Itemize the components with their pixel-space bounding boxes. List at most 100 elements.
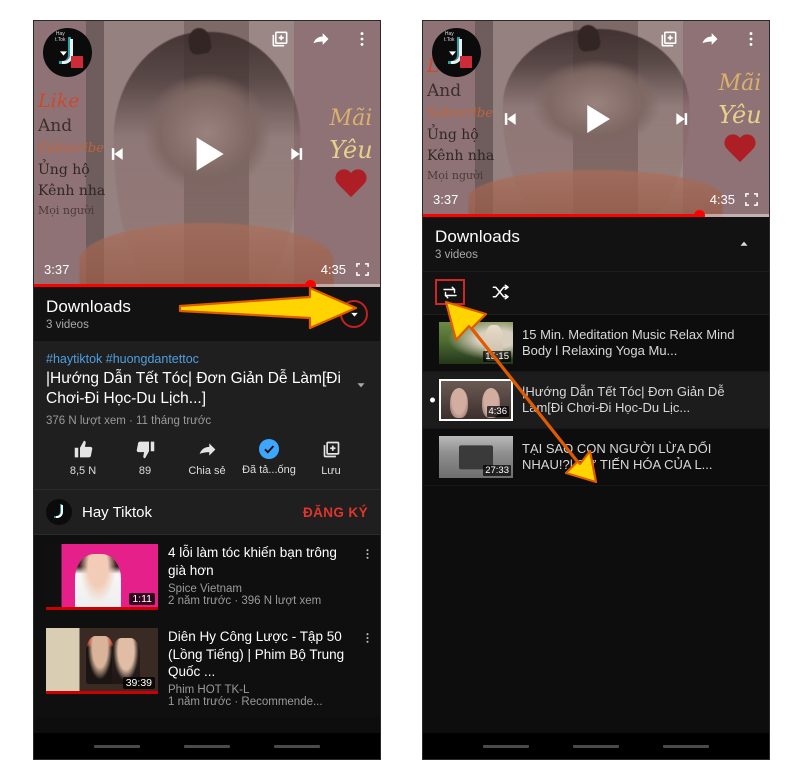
channel-avatar-small[interactable] bbox=[46, 499, 72, 526]
video-meta: 376 N lượt xem · 11 tháng trước bbox=[46, 415, 212, 428]
like-count: 8,5 N bbox=[69, 465, 97, 478]
save-label: Lưu bbox=[321, 465, 341, 478]
channel-name[interactable]: Hay Tiktok bbox=[82, 504, 152, 521]
more-vertical-icon[interactable] bbox=[360, 630, 374, 646]
play-icon[interactable] bbox=[182, 129, 232, 179]
share-action[interactable]: Chia sẻ bbox=[176, 439, 238, 477]
downloaded-action[interactable]: Đã tả...ống bbox=[238, 439, 300, 476]
add-to-queue-icon[interactable] bbox=[270, 29, 290, 49]
playlist-thumbnail[interactable]: 4:36 bbox=[439, 379, 513, 421]
share-icon[interactable] bbox=[311, 29, 331, 49]
share-label: Chia sẻ bbox=[188, 465, 226, 478]
next-icon[interactable] bbox=[288, 144, 308, 164]
video-player[interactable]: Like And Subscribe Ủng hộ Kênh nha Mọi n… bbox=[423, 21, 769, 217]
video-duration: 15:15 bbox=[483, 351, 511, 362]
like-action[interactable]: 8,5 N bbox=[52, 439, 114, 477]
subscribe-button[interactable]: ĐĂNG KÝ bbox=[303, 505, 368, 520]
video-info: Diên Hy Công Lược - Tập 50 (Lồng Tiếng) … bbox=[168, 628, 370, 708]
nav-back-indicator[interactable] bbox=[483, 744, 529, 748]
thumbs-down-icon bbox=[135, 439, 156, 460]
list-item[interactable]: 4:36 |Hướng Dẫn Tết Tóc| Đơn Giản Dễ Làm… bbox=[423, 372, 769, 429]
player-top-icon-row bbox=[659, 29, 761, 49]
nav-recents-indicator[interactable] bbox=[274, 744, 320, 748]
video-duration: 4:36 bbox=[486, 406, 509, 417]
video-player[interactable]: Like And Subscribe Ủng hộ Kênh nha Mọi n… bbox=[34, 21, 380, 287]
expand-description-chevron-down-icon[interactable] bbox=[354, 378, 368, 392]
channel-row[interactable]: Hay Tiktok ĐĂNG KÝ bbox=[34, 489, 380, 536]
nav-home-indicator[interactable] bbox=[184, 744, 230, 748]
right-phone-screenshot: Like And Subscribe Ủng hộ Kênh nha Mọi n… bbox=[422, 20, 770, 760]
previous-icon[interactable] bbox=[499, 109, 519, 129]
video-info: 4 lỗi làm tóc khiến bạn trông già hơn Sp… bbox=[168, 544, 370, 610]
downloaded-check-icon bbox=[259, 439, 279, 460]
more-vertical-icon[interactable] bbox=[741, 29, 761, 49]
video-channel: Spice Vietnam bbox=[168, 582, 242, 595]
add-to-queue-icon[interactable] bbox=[659, 29, 679, 49]
shuffle-button[interactable] bbox=[487, 281, 513, 303]
save-action[interactable]: Lưu bbox=[300, 439, 362, 477]
thumbs-up-icon bbox=[73, 439, 94, 460]
android-navigation-bar bbox=[34, 733, 380, 759]
playlist-subtitle: 3 videos bbox=[46, 319, 89, 331]
list-item[interactable]: 39:39 Diên Hy Công Lược - Tập 50 (Lồng T… bbox=[34, 619, 380, 717]
playlist-item-title: |Hướng Dẫn Tết Tóc| Đơn Giản Dễ Làm[Đi C… bbox=[522, 383, 725, 415]
more-vertical-icon[interactable] bbox=[352, 29, 372, 49]
video-thumbnail[interactable]: 1:11 bbox=[46, 544, 158, 611]
progress-knob[interactable] bbox=[305, 280, 317, 287]
video-hashtags[interactable]: #haytiktok #huongdantettoc bbox=[46, 352, 368, 366]
nav-back-indicator[interactable] bbox=[94, 744, 140, 748]
collapse-player-chevron-down-icon[interactable] bbox=[444, 45, 461, 62]
playlist-thumbnail[interactable]: 27:33 bbox=[439, 436, 513, 478]
next-icon[interactable] bbox=[673, 109, 693, 129]
video-title: |Hướng Dẫn Tết Tóc| Đơn Giản Dễ Làm[Đi C… bbox=[46, 370, 341, 408]
collapse-player-chevron-down-icon[interactable] bbox=[55, 45, 72, 62]
progress-bar[interactable] bbox=[423, 210, 769, 217]
playlist-items: 15:15 15 Min. Meditation Music Relax Min… bbox=[423, 315, 769, 486]
dislike-action[interactable]: 89 bbox=[114, 439, 176, 477]
nav-recents-indicator[interactable] bbox=[663, 744, 709, 748]
current-time: 3:37 bbox=[44, 262, 70, 277]
progress-bar[interactable] bbox=[34, 280, 380, 287]
downloaded-label: Đã tả...ống bbox=[242, 464, 296, 477]
save-to-playlist-icon bbox=[321, 439, 342, 460]
duration-time: 4:35 bbox=[709, 192, 735, 207]
player-time-row: 3:37 4:35 bbox=[423, 192, 769, 207]
player-transport-controls bbox=[423, 98, 769, 140]
list-item[interactable]: 1:11 4 lỗi làm tóc khiến bạn trông già h… bbox=[34, 535, 380, 619]
progress-knob[interactable] bbox=[694, 210, 706, 217]
progress-played bbox=[423, 214, 700, 217]
player-top-icon-row bbox=[270, 29, 372, 49]
loop-button[interactable] bbox=[435, 279, 465, 305]
share-icon bbox=[197, 439, 218, 460]
tiktok-note-red bbox=[71, 56, 83, 68]
fullscreen-icon[interactable] bbox=[355, 262, 370, 277]
share-icon[interactable] bbox=[700, 29, 720, 49]
video-thumbnail[interactable]: 39:39 bbox=[46, 628, 158, 695]
suggested-video-list: 1:11 4 lỗi làm tóc khiến bạn trông già h… bbox=[34, 535, 380, 718]
play-icon[interactable] bbox=[575, 98, 617, 140]
tiktok-note-icon bbox=[56, 505, 63, 519]
player-transport-controls bbox=[34, 129, 380, 179]
previous-icon[interactable] bbox=[106, 144, 126, 164]
playlist-item-title: TẠI SAO CON NGƯỜI LỪA DỐI NHAU!?| SỰ TIẾ… bbox=[522, 440, 713, 472]
fullscreen-icon[interactable] bbox=[744, 192, 759, 207]
playlist-collapse-toggle[interactable] bbox=[731, 231, 757, 257]
android-navigation-bar bbox=[423, 733, 769, 759]
player-time-row: 3:37 4:35 bbox=[34, 262, 380, 277]
tiktok-note-red bbox=[460, 56, 472, 68]
list-item[interactable]: 27:33 TẠI SAO CON NGƯỜI LỪA DỐI NHAU!?| … bbox=[423, 429, 769, 486]
playlist-header[interactable]: Downloads 3 videos bbox=[423, 217, 769, 272]
now-playing-indicator bbox=[430, 397, 435, 403]
nav-home-indicator[interactable] bbox=[573, 744, 619, 748]
playlist-item-title: 15 Min. Meditation Music Relax Mind Body… bbox=[522, 326, 735, 358]
video-meta: 2 năm trước · 396 N lượt xem bbox=[168, 594, 322, 607]
more-vertical-icon[interactable] bbox=[360, 546, 374, 562]
playlist-title: Downloads bbox=[46, 297, 132, 316]
progress-played bbox=[34, 284, 311, 287]
video-duration: 27:33 bbox=[483, 465, 511, 476]
video-duration: 1:11 bbox=[129, 593, 155, 606]
playlist-thumbnail[interactable]: 15:15 bbox=[439, 322, 513, 364]
playlist-header[interactable]: Downloads 3 videos bbox=[34, 287, 380, 342]
list-item[interactable]: 15:15 15 Min. Meditation Music Relax Min… bbox=[423, 315, 769, 372]
playlist-collapse-toggle[interactable] bbox=[340, 300, 368, 328]
